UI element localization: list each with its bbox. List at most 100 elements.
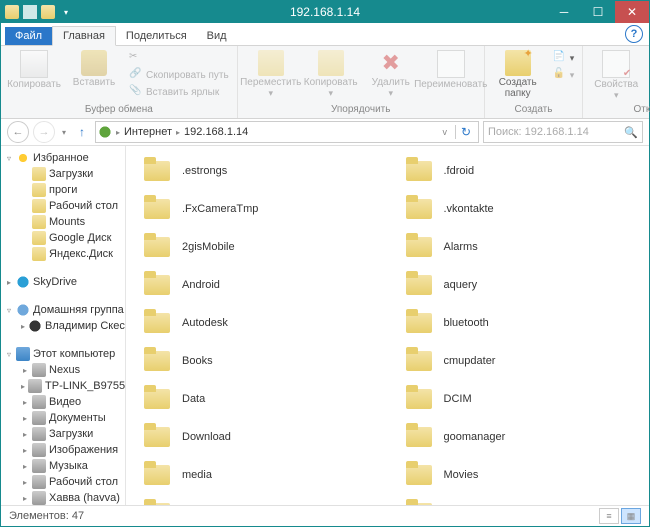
delete-button: ✖ Удалить▾ [364, 48, 418, 99]
folder-name: Alarms [444, 241, 478, 253]
view-icons-button[interactable]: ▦ [621, 508, 641, 524]
nav-history-dropdown[interactable]: ▾ [59, 122, 69, 142]
tree-label: Загрузки [49, 168, 93, 180]
new-item-button[interactable]: 📄▾ [551, 50, 577, 66]
folder-item[interactable]: Autodesk [134, 304, 380, 342]
tree-item[interactable]: ▸Владимир Скесс [5, 318, 125, 334]
tree-item[interactable]: ▸Видео [5, 394, 125, 410]
copy-path-button: 🔗Скопировать путь [127, 67, 231, 83]
properties-icon[interactable] [23, 5, 37, 19]
folder-item[interactable]: .vkontakte [396, 190, 642, 228]
tab-share[interactable]: Поделиться [116, 27, 197, 45]
paste-shortcut-button: 📎Вставить ярлык [127, 84, 231, 100]
tree-label: Яндекс.Диск [49, 248, 113, 260]
tree-icon [32, 411, 46, 425]
tree-item[interactable]: ▸Nexus [5, 362, 125, 378]
ribbon-tabs: Файл Главная Поделиться Вид ? [1, 23, 649, 46]
path-icon: 🔗 [129, 68, 143, 82]
folder-item[interactable]: Books [134, 342, 380, 380]
nav-up-button[interactable]: ↑ [73, 123, 91, 141]
nav-forward-button[interactable]: → [33, 121, 55, 143]
tree-icon [32, 247, 46, 261]
tree-item[interactable]: ▸TP-LINK_B9755A [5, 378, 125, 394]
tree-label: TP-LINK_B9755A [45, 380, 126, 392]
nav-back-button[interactable]: ← [7, 121, 29, 143]
folder-item[interactable]: .FxCameraTmp [134, 190, 380, 228]
folder-icon [142, 423, 174, 451]
tree-item[interactable]: ▿Этот компьютер [5, 346, 125, 362]
properties-icon: ✔ [602, 50, 630, 78]
address-bar[interactable]: ▸ Интернет ▸ 192.168.1.14 v ↻ [95, 121, 479, 143]
tree-item[interactable]: проги [5, 182, 125, 198]
tree-item[interactable]: ▸Хавва (havva) [5, 490, 125, 505]
ribbon-group-organize: Переместить▾ Копировать▾ ✖ Удалить▾ Пере… [238, 46, 485, 118]
new-folder-button[interactable]: ✦ Создать папку [491, 48, 545, 99]
tab-file[interactable]: Файл [5, 27, 52, 45]
tree-label: Изображения [49, 444, 118, 456]
file-list[interactable]: .estrongs .fdroid .FxCameraTmp .vkontakte 2g… [126, 146, 649, 505]
tab-home[interactable]: Главная [52, 26, 116, 46]
search-placeholder: Поиск: 192.168.1.14 [488, 126, 624, 138]
folder-name: Books [182, 355, 213, 367]
ribbon: Копировать Вставить ✂ 🔗Скопировать путь … [1, 46, 649, 119]
tree-label: Рабочий стол [49, 476, 118, 488]
close-button[interactable]: ✕ [615, 1, 649, 23]
address-dropdown-icon[interactable]: v [438, 127, 451, 137]
folder-item[interactable]: aquery [396, 266, 642, 304]
tree-label: Хавва (havva) [49, 492, 120, 504]
folder-name: Movies [444, 469, 479, 481]
folder-item[interactable]: .estrongs [134, 152, 380, 190]
folder-item[interactable]: goomanager [396, 418, 642, 456]
folder-item[interactable]: Alarms [396, 228, 642, 266]
nav-tree[interactable]: ▿Избранное Загрузки проги Рабочий стол Mount… [1, 146, 126, 505]
folder-icon [142, 461, 174, 489]
folder-item[interactable]: 2gisMobile [134, 228, 380, 266]
folder-item[interactable]: next_log [396, 494, 642, 505]
folder-item[interactable]: Download [134, 418, 380, 456]
tree-item[interactable]: ▸Загрузки [5, 426, 125, 442]
tab-view[interactable]: Вид [197, 27, 237, 45]
folder-item[interactable]: .fdroid [396, 152, 642, 190]
tree-item[interactable]: Яндекс.Диск [5, 246, 125, 262]
new-folder-icon[interactable] [41, 5, 55, 19]
folder-item[interactable]: media [134, 456, 380, 494]
tree-item[interactable]: ▸Рабочий стол [5, 474, 125, 490]
view-details-button[interactable]: ≡ [599, 508, 619, 524]
tree-icon [32, 183, 46, 197]
tree-item[interactable]: Рабочий стол [5, 198, 125, 214]
search-input[interactable]: Поиск: 192.168.1.14 🔍 [483, 121, 643, 143]
folder-item[interactable]: Music [134, 494, 380, 505]
tree-item[interactable]: ▸SkyDrive [5, 274, 125, 290]
tree-item[interactable]: ▸Музыка [5, 458, 125, 474]
breadcrumb-root[interactable]: Интернет [124, 126, 172, 138]
tree-item[interactable]: Загрузки [5, 166, 125, 182]
folder-item[interactable]: DCIM [396, 380, 642, 418]
tree-item[interactable]: ▿Избранное [5, 150, 125, 166]
tree-label: Документы [49, 412, 106, 424]
tree-item[interactable]: Google Диск [5, 230, 125, 246]
folder-item[interactable]: bluetooth [396, 304, 642, 342]
group-label: Открыть [589, 104, 650, 118]
folder-item[interactable]: Data [134, 380, 380, 418]
maximize-button[interactable]: ☐ [581, 1, 615, 23]
tree-item[interactable]: ▸Изображения [5, 442, 125, 458]
refresh-button[interactable]: ↻ [455, 125, 476, 139]
breadcrumb-host[interactable]: 192.168.1.14 [184, 126, 248, 138]
easy-access-button: 🔓▾ [551, 67, 577, 83]
tree-item[interactable]: ▸Документы [5, 410, 125, 426]
tree-label: Рабочий стол [49, 200, 118, 212]
tree-item[interactable]: Mounts [5, 214, 125, 230]
ribbon-group-create: ✦ Создать папку 📄▾ 🔓▾ Создать [485, 46, 584, 118]
tree-icon [32, 443, 46, 457]
folder-item[interactable]: cmupdater [396, 342, 642, 380]
qat-dropdown-icon[interactable]: ▾ [59, 5, 73, 19]
folder-item[interactable]: Android [134, 266, 380, 304]
ribbon-help-icon[interactable]: ? [625, 25, 643, 43]
tree-icon [16, 303, 30, 317]
tree-label: Избранное [33, 152, 89, 164]
folder-icon [404, 461, 436, 489]
minimize-button[interactable]: ─ [547, 1, 581, 23]
titlebar: ▾ 192.168.1.14 ─ ☐ ✕ [1, 1, 649, 23]
tree-item[interactable]: ▿Домашняя группа [5, 302, 125, 318]
folder-item[interactable]: Movies [396, 456, 642, 494]
